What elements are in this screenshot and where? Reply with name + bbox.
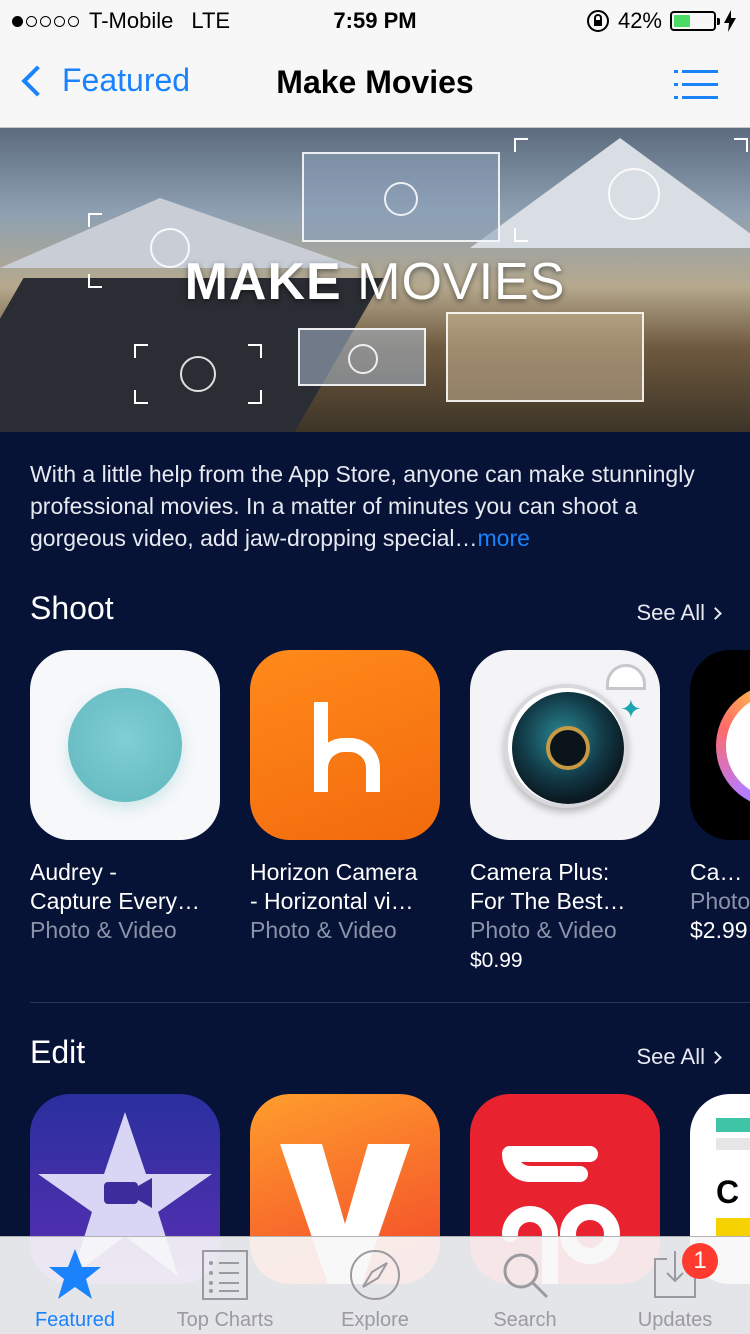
app-name-line1: Camera Plus: (470, 859, 610, 885)
charging-bolt-icon (724, 10, 736, 32)
section-title-edit: Edit (30, 1034, 86, 1070)
tab-search[interactable]: Search (450, 1237, 600, 1334)
more-link[interactable]: more (478, 525, 530, 551)
app-name-line1: Horizon Camera (250, 859, 418, 885)
battery-icon (670, 11, 720, 31)
chevron-right-icon (709, 606, 722, 620)
hero-title-bold: MAKE (184, 253, 342, 311)
see-all-label: See All (636, 600, 706, 625)
rotation-lock-icon (586, 10, 609, 32)
tab-featured[interactable]: Featured (0, 1237, 150, 1334)
list-icon[interactable] (674, 70, 718, 100)
tab-label: Top Charts (176, 1309, 274, 1331)
tab-label: Explore (341, 1309, 409, 1331)
app-category: Photo (690, 888, 750, 914)
section-divider (30, 1002, 750, 1003)
tab-label: Updates (637, 1309, 713, 1331)
hero-banner[interactable]: MAKE MOVIES (0, 128, 750, 432)
hero-title: MAKE MOVIES (0, 252, 750, 312)
hero-title-light: MOVIES (357, 253, 566, 311)
horizon-camera-app-icon (250, 650, 440, 840)
updates-badge: 1 (682, 1243, 718, 1279)
navigation-bar: Featured Make Movies (0, 42, 750, 128)
page-title: Make Movies (276, 64, 474, 100)
description-text: With a little help from the App Store, a… (30, 461, 695, 551)
status-bar: T-Mobile LTE 7:59 PM 42% (0, 0, 750, 42)
star-icon (49, 1249, 101, 1299)
app-category: Photo & Video (30, 917, 177, 943)
search-icon (503, 1253, 549, 1299)
app-price: $2.99 (690, 917, 748, 943)
see-all-shoot-button[interactable]: See All (636, 600, 722, 626)
app-category: Photo & Video (250, 917, 397, 943)
battery-info: 42% (586, 8, 736, 34)
see-all-edit-button[interactable]: See All (636, 1044, 722, 1070)
battery-percent: 42% (617, 8, 662, 33)
tab-explore[interactable]: Explore (300, 1237, 450, 1334)
app-category: Photo & Video (470, 917, 617, 943)
app-name-line2: - Horizontal vi… (250, 888, 414, 914)
list-icon (202, 1250, 248, 1300)
tab-bar: Featured Top Charts Explore Search 1 Upd… (0, 1236, 750, 1334)
collection-description: With a little help from the App Store, a… (30, 458, 725, 554)
tab-top-charts[interactable]: Top Charts (150, 1237, 300, 1334)
app-name-line1: Audrey - (30, 859, 117, 885)
audrey-app-icon (30, 650, 220, 840)
tab-label: Search (493, 1309, 557, 1331)
app-card-camera-partial[interactable]: Came Photo $2.99 (690, 650, 750, 945)
app-card-audrey[interactable]: Audrey - Capture Every… Photo & Video (30, 650, 220, 945)
app-price: $0.99 (470, 949, 523, 972)
tab-label: Featured (34, 1309, 116, 1331)
app-name-line2: Capture Every… (30, 888, 201, 914)
chevron-right-icon (709, 1050, 722, 1064)
app-card-horizon-camera[interactable]: Horizon Camera - Horizontal vi… Photo & … (250, 650, 440, 945)
app-name-line1: Came (690, 859, 750, 885)
app-card-camera-plus[interactable]: ✦ Camera Plus: For The Best… Photo & Vid… (470, 650, 660, 976)
tab-updates[interactable]: 1 Updates (600, 1237, 750, 1334)
camera-plus-app-icon: ✦ (470, 650, 660, 840)
section-title-shoot: Shoot (30, 590, 114, 626)
app-name-line2: For The Best… (470, 888, 626, 914)
see-all-label: See All (636, 1044, 706, 1069)
compass-icon (350, 1250, 400, 1300)
camera-app-icon (690, 650, 750, 840)
